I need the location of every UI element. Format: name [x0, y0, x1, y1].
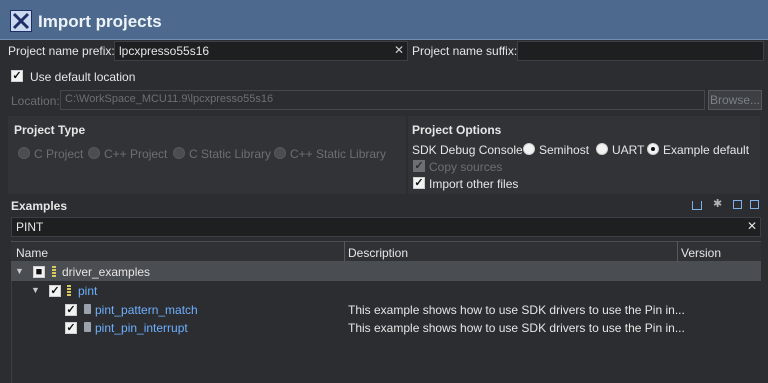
column-separator[interactable] [677, 241, 678, 262]
sdk-debug-console-label: SDK Debug Console [412, 143, 523, 157]
column-description[interactable]: Description [348, 246, 408, 260]
uart-label: UART [612, 143, 645, 157]
location-input[interactable]: C:\WorkSpace_MCU11.9\lpcxpresso55s16 [60, 90, 705, 110]
chevron-down-icon[interactable]: ▼ [31, 285, 40, 295]
cpp-static-library-label: C++ Static Library [290, 147, 387, 161]
semihost-radio[interactable] [523, 143, 535, 155]
column-version[interactable]: Version [681, 246, 721, 260]
import-other-files-checkbox[interactable]: ✓ [413, 177, 425, 189]
c-project-radio[interactable] [18, 147, 30, 159]
folder-icon [52, 266, 56, 277]
select-all-icon[interactable] [733, 200, 742, 209]
close-icon[interactable]: ✕ [747, 219, 757, 233]
chevron-down-icon[interactable]: ▼ [15, 266, 24, 276]
import-x-icon [10, 10, 32, 32]
dialog-title: Import projects [38, 12, 162, 31]
suffix-input[interactable] [517, 41, 764, 61]
import-other-files-label: Import other files [429, 177, 519, 191]
prefix-label: Project name prefix: [8, 44, 115, 58]
c-project-label: C Project [34, 147, 84, 161]
semihost-label: Semihost [539, 143, 590, 157]
browse-button[interactable]: Browse... [708, 90, 762, 110]
copy-sources-label: Copy sources [429, 160, 503, 174]
cpp-static-library-radio[interactable] [274, 147, 286, 159]
prefix-input[interactable]: lpcxpresso55s16 [114, 41, 408, 61]
cpp-project-label: C++ Project [104, 147, 168, 161]
table-row[interactable] [11, 281, 761, 300]
column-separator[interactable] [344, 241, 345, 262]
cpp-project-radio[interactable] [88, 147, 100, 159]
example-icon [84, 322, 91, 332]
folder-icon [67, 285, 71, 296]
row-description: This example shows how to use SDK driver… [348, 321, 685, 335]
location-label: Location: [11, 94, 60, 108]
tree-item-label: pint_pattern_match [95, 303, 198, 317]
project-options-header: Project Options [412, 123, 502, 137]
use-default-location-checkbox[interactable]: ✓ [11, 70, 23, 82]
copy-sources-checkbox[interactable]: ✓ [413, 160, 425, 172]
clear-prefix-icon[interactable]: ✕ [394, 43, 404, 57]
uart-radio[interactable] [596, 143, 608, 155]
row-checkbox[interactable]: ✓ [65, 304, 77, 316]
tree-item-label: pint_pin_interrupt [95, 321, 188, 335]
example-default-radio[interactable] [647, 143, 659, 155]
filter-icon[interactable]: ✱ [713, 197, 722, 210]
row-checkbox[interactable]: ✓ [65, 322, 77, 334]
c-static-library-label: C Static Library [189, 147, 272, 161]
suffix-label: Project name suffix: [412, 44, 518, 58]
c-static-library-radio[interactable] [173, 147, 185, 159]
example-icon [84, 304, 91, 314]
example-default-label: Example default [663, 143, 750, 157]
deselect-all-icon[interactable] [750, 200, 759, 209]
row-description: This example shows how to use SDK driver… [348, 303, 685, 317]
use-default-location-label: Use default location [30, 70, 136, 84]
collapse-all-icon[interactable] [692, 201, 702, 210]
tree-item-label: pint [78, 284, 98, 298]
column-name[interactable]: Name [16, 246, 48, 260]
examples-header: Examples [11, 199, 68, 213]
row-checkbox[interactable]: ✓ [49, 285, 61, 297]
row-checkbox[interactable]: ■ [33, 266, 45, 278]
examples-filter-input[interactable]: PINT [11, 217, 761, 237]
tree-item-label: driver_examples [62, 265, 151, 279]
project-type-header: Project Type [14, 123, 86, 137]
